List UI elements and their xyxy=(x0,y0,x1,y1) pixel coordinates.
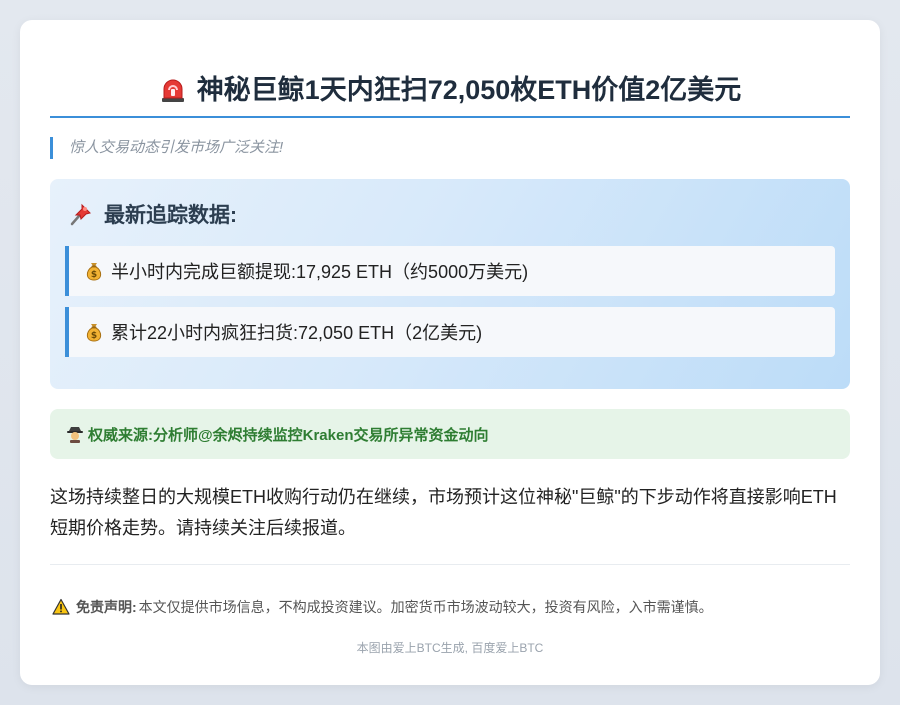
svg-text:$: $ xyxy=(91,270,97,280)
tracking-item-text: 累计22小时内疯狂扫货:72,050 ETH（2亿美元) xyxy=(111,323,483,343)
warning-icon xyxy=(52,598,70,615)
title-bar: 神秘巨鲸1天内狂扫72,050枚ETH价值2亿美元 xyxy=(50,70,850,118)
pushpin-icon xyxy=(70,203,91,226)
tracking-heading-text: 最新追踪数据: xyxy=(104,204,237,227)
tracking-item: $ 半小时内完成巨额提现:17,925 ETH（约5000万美元) xyxy=(65,246,835,296)
divider xyxy=(50,564,850,565)
article-body: 这场持续整日的大规模ETH收购行动仍在继续，市场预计这位神秘"巨鲸"的下步动作将… xyxy=(50,487,837,538)
siren-icon xyxy=(161,79,184,102)
disclaimer: 免责声明: 本文仅提供市场信息，不构成投资建议。加密货币市场波动较大，投资有风险… xyxy=(52,597,713,617)
svg-text:$: $ xyxy=(91,331,97,341)
page-background: 神秘巨鲸1天内狂扫72,050枚ETH价值2亿美元 惊人交易动态引发市场广泛关注… xyxy=(0,0,900,705)
disclaimer-text: 本文仅提供市场信息，不构成投资建议。加密货币市场波动较大，投资有风险，入市需谨慎… xyxy=(138,599,713,615)
money-bag-icon: $ xyxy=(86,324,102,342)
source-banner: 权威来源:分析师@余烬持续监控Kraken交易所异常资金动向 xyxy=(50,409,850,459)
detective-icon xyxy=(67,427,83,443)
article-card: 神秘巨鲸1天内狂扫72,050枚ETH价值2亿美元 惊人交易动态引发市场广泛关注… xyxy=(20,20,880,685)
tracking-heading: 最新追踪数据: xyxy=(68,199,237,229)
footer-credit: 本图由爱上BTC生成, 百度爱上BTC xyxy=(356,641,544,655)
tracking-item: $ 累计22小时内疯狂扫货:72,050 ETH（2亿美元) xyxy=(65,307,835,357)
page-title: 神秘巨鲸1天内狂扫72,050枚ETH价值2亿美元 xyxy=(159,72,742,108)
source-text: 权威来源:分析师@余烬持续监控Kraken交易所异常资金动向 xyxy=(88,426,489,444)
tracking-item-text: 半小时内完成巨额提现:17,925 ETH（约5000万美元) xyxy=(111,262,529,282)
money-bag-icon: $ xyxy=(86,263,102,281)
subtitle: 惊人交易动态引发市场广泛关注! xyxy=(50,137,283,159)
tracking-panel: 最新追踪数据: $ 半小时内完成巨额提现:17,925 ETH（约5000万美元… xyxy=(50,179,850,389)
page-title-text: 神秘巨鲸1天内狂扫72,050枚ETH价值2亿美元 xyxy=(196,75,742,105)
disclaimer-label: 免责声明: xyxy=(76,599,137,615)
